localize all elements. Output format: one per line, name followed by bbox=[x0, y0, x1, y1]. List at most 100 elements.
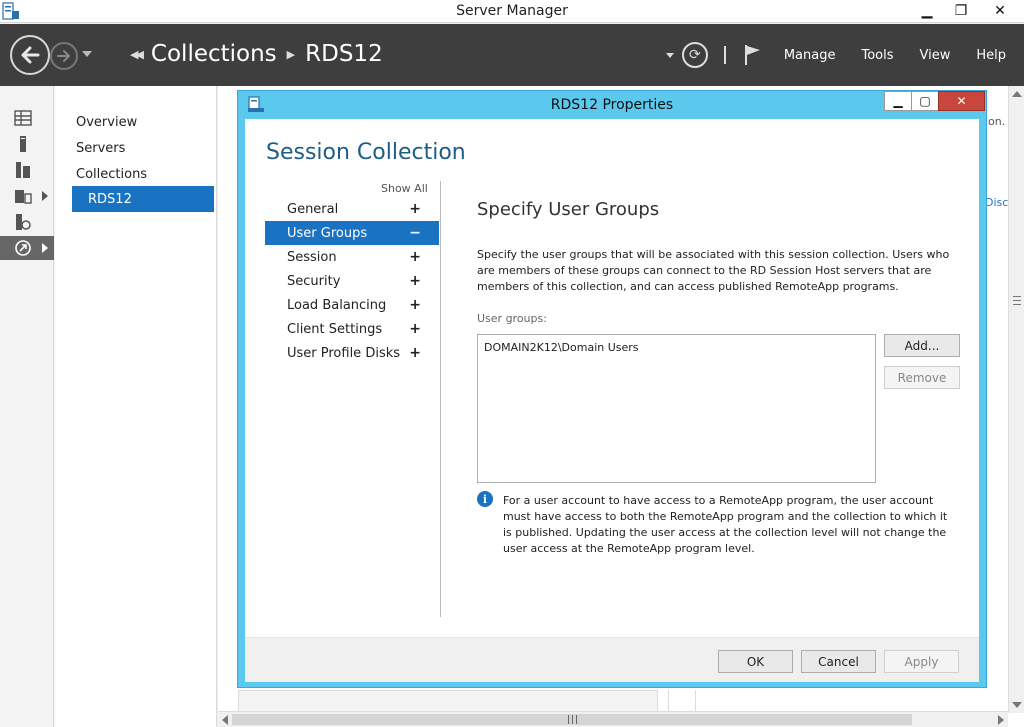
close-button[interactable]: ✕ bbox=[978, 0, 1022, 22]
refresh-dropdown-icon[interactable] bbox=[665, 52, 674, 58]
expand-arrow-icon[interactable] bbox=[42, 191, 48, 201]
sidebar-item-client-settings[interactable]: Client Settings + bbox=[265, 317, 439, 341]
user-groups-list[interactable]: DOMAIN2K12\Domain Users bbox=[477, 334, 876, 483]
sidebar-divider bbox=[440, 181, 441, 617]
expand-arrow-icon[interactable] bbox=[42, 243, 48, 253]
dialog-titlebar[interactable]: RDS12 Properties ▁ ▢ ✕ bbox=[238, 91, 986, 118]
all-servers-icon bbox=[16, 162, 30, 178]
scroll-up-icon[interactable] bbox=[1012, 91, 1022, 97]
section-description: Specify the user groups that will be ass… bbox=[477, 248, 950, 293]
breadcrumb-collections[interactable]: Collections bbox=[151, 41, 277, 67]
add-button[interactable]: Add... bbox=[884, 334, 960, 357]
icon-rail bbox=[0, 86, 54, 727]
minimize-button[interactable]: ▁ bbox=[910, 0, 944, 22]
menu-tools[interactable]: Tools bbox=[861, 48, 893, 63]
background-filter-bar bbox=[238, 690, 658, 712]
sidebar-item-label: User Groups bbox=[287, 225, 368, 241]
menu-view[interactable]: View bbox=[920, 48, 951, 63]
rail-dashboard[interactable] bbox=[0, 106, 54, 130]
dialog-maximize-button[interactable]: ▢ bbox=[911, 91, 939, 111]
breadcrumb: ◀◀ Collections ▶ RDS12 bbox=[130, 41, 383, 67]
breadcrumb-rds12[interactable]: RDS12 bbox=[305, 41, 383, 67]
minimize-icon: ▁ bbox=[893, 94, 903, 108]
arrow-left-icon bbox=[21, 46, 40, 64]
vertical-scrollbar[interactable] bbox=[1008, 86, 1024, 713]
breadcrumb-separator-icon: ▶ bbox=[286, 47, 296, 61]
arrow-right-icon bbox=[57, 50, 70, 62]
back-button[interactable] bbox=[10, 35, 50, 75]
apply-button[interactable]: Apply bbox=[884, 650, 959, 673]
properties-dialog: RDS12 Properties ▁ ▢ ✕ Session Collectio… bbox=[237, 90, 987, 688]
restore-button[interactable]: ❐ bbox=[944, 0, 978, 22]
scroll-grip-icon[interactable] bbox=[568, 715, 577, 724]
menu-help[interactable]: Help bbox=[976, 48, 1006, 63]
main-toolbar: ◀◀ Collections ▶ RDS12 ⟳ Manage Tools Vi… bbox=[0, 24, 1024, 86]
sidebar-item-session[interactable]: Session + bbox=[265, 245, 439, 269]
scroll-down-icon[interactable] bbox=[1012, 702, 1022, 708]
remote-desktop-icon bbox=[15, 240, 31, 256]
sidebar-item-label: User Profile Disks bbox=[287, 345, 401, 361]
expand-plus-icon[interactable]: + bbox=[409, 321, 421, 337]
show-all-link[interactable]: Show All bbox=[381, 182, 428, 195]
minimize-icon: ▁ bbox=[921, 3, 933, 19]
navigation-pane: Overview Servers Collections RDS12 bbox=[55, 86, 217, 727]
dialog-title: RDS12 Properties bbox=[550, 97, 674, 113]
background-panel bbox=[668, 690, 696, 712]
expand-plus-icon[interactable]: + bbox=[409, 297, 421, 313]
nav-item-collections[interactable]: Collections bbox=[72, 161, 214, 187]
cancel-button[interactable]: Cancel bbox=[801, 650, 876, 673]
background-fragment: ion. bbox=[985, 115, 1006, 128]
notifications-flag-icon[interactable] bbox=[744, 44, 762, 66]
sidebar-item-user-profile-disks[interactable]: User Profile Disks + bbox=[265, 341, 439, 365]
dialog-footer: OK Cancel Apply bbox=[245, 637, 979, 682]
rail-iis[interactable] bbox=[0, 210, 54, 234]
nav-item-rds12[interactable]: RDS12 bbox=[72, 186, 214, 212]
iis-icon bbox=[16, 214, 31, 230]
collapse-minus-icon[interactable]: − bbox=[409, 225, 421, 241]
forward-button[interactable] bbox=[50, 42, 78, 70]
nav-item-overview[interactable]: Overview bbox=[72, 109, 214, 135]
section-title: Specify User Groups bbox=[477, 199, 660, 220]
refresh-button[interactable]: ⟳ bbox=[681, 42, 708, 68]
restore-icon: ❐ bbox=[954, 3, 968, 19]
menu-manage[interactable]: Manage bbox=[784, 48, 836, 63]
user-groups-label: User groups: bbox=[477, 312, 547, 325]
rail-remote-desktop[interactable] bbox=[0, 236, 54, 260]
toolbar-divider bbox=[723, 46, 726, 64]
expand-plus-icon[interactable]: + bbox=[409, 201, 421, 217]
list-item[interactable]: DOMAIN2K12\Domain Users bbox=[484, 341, 639, 354]
expand-plus-icon[interactable]: + bbox=[409, 273, 421, 289]
scroll-left-icon[interactable] bbox=[222, 715, 228, 725]
dialog-heading: Session Collection bbox=[266, 140, 466, 165]
scroll-right-icon[interactable] bbox=[998, 715, 1004, 725]
rail-local-server[interactable] bbox=[0, 132, 54, 156]
expand-plus-icon[interactable]: + bbox=[409, 249, 421, 265]
dashboard-icon bbox=[14, 110, 32, 126]
expand-plus-icon[interactable]: + bbox=[409, 345, 421, 361]
history-dropdown-icon[interactable] bbox=[82, 51, 92, 57]
dialog-minimize-button[interactable]: ▁ bbox=[884, 91, 912, 111]
sidebar-item-user-groups[interactable]: User Groups − bbox=[265, 221, 439, 245]
sidebar-item-load-balancing[interactable]: Load Balancing + bbox=[265, 293, 439, 317]
scroll-grip-icon[interactable] bbox=[1013, 296, 1021, 305]
rail-file-storage[interactable] bbox=[0, 184, 54, 208]
ok-button[interactable]: OK bbox=[718, 650, 793, 673]
close-icon: ✕ bbox=[956, 94, 967, 108]
info-note: For a user account to have access to a R… bbox=[503, 494, 948, 555]
nav-item-servers[interactable]: Servers bbox=[72, 135, 214, 161]
sidebar-item-general[interactable]: General + bbox=[265, 197, 439, 221]
sidebar-item-security[interactable]: Security + bbox=[265, 269, 439, 293]
sidebar-item-label: Client Settings bbox=[287, 321, 383, 337]
window-titlebar: Server Manager ▁ ❐ ✕ bbox=[0, 0, 1024, 23]
local-server-icon bbox=[20, 136, 26, 152]
horizontal-scrollbar[interactable] bbox=[218, 711, 1008, 727]
remove-button[interactable]: Remove bbox=[884, 366, 960, 389]
dialog-close-button[interactable]: ✕ bbox=[938, 91, 985, 111]
sidebar-item-label: Load Balancing bbox=[287, 297, 387, 313]
window-title: Server Manager bbox=[456, 3, 568, 19]
maximize-icon: ▢ bbox=[919, 94, 931, 108]
breadcrumb-overflow-icon[interactable]: ◀◀ bbox=[130, 48, 144, 61]
rail-all-servers[interactable] bbox=[0, 158, 54, 182]
refresh-icon: ⟳ bbox=[688, 47, 701, 63]
close-icon: ✕ bbox=[994, 3, 1006, 19]
